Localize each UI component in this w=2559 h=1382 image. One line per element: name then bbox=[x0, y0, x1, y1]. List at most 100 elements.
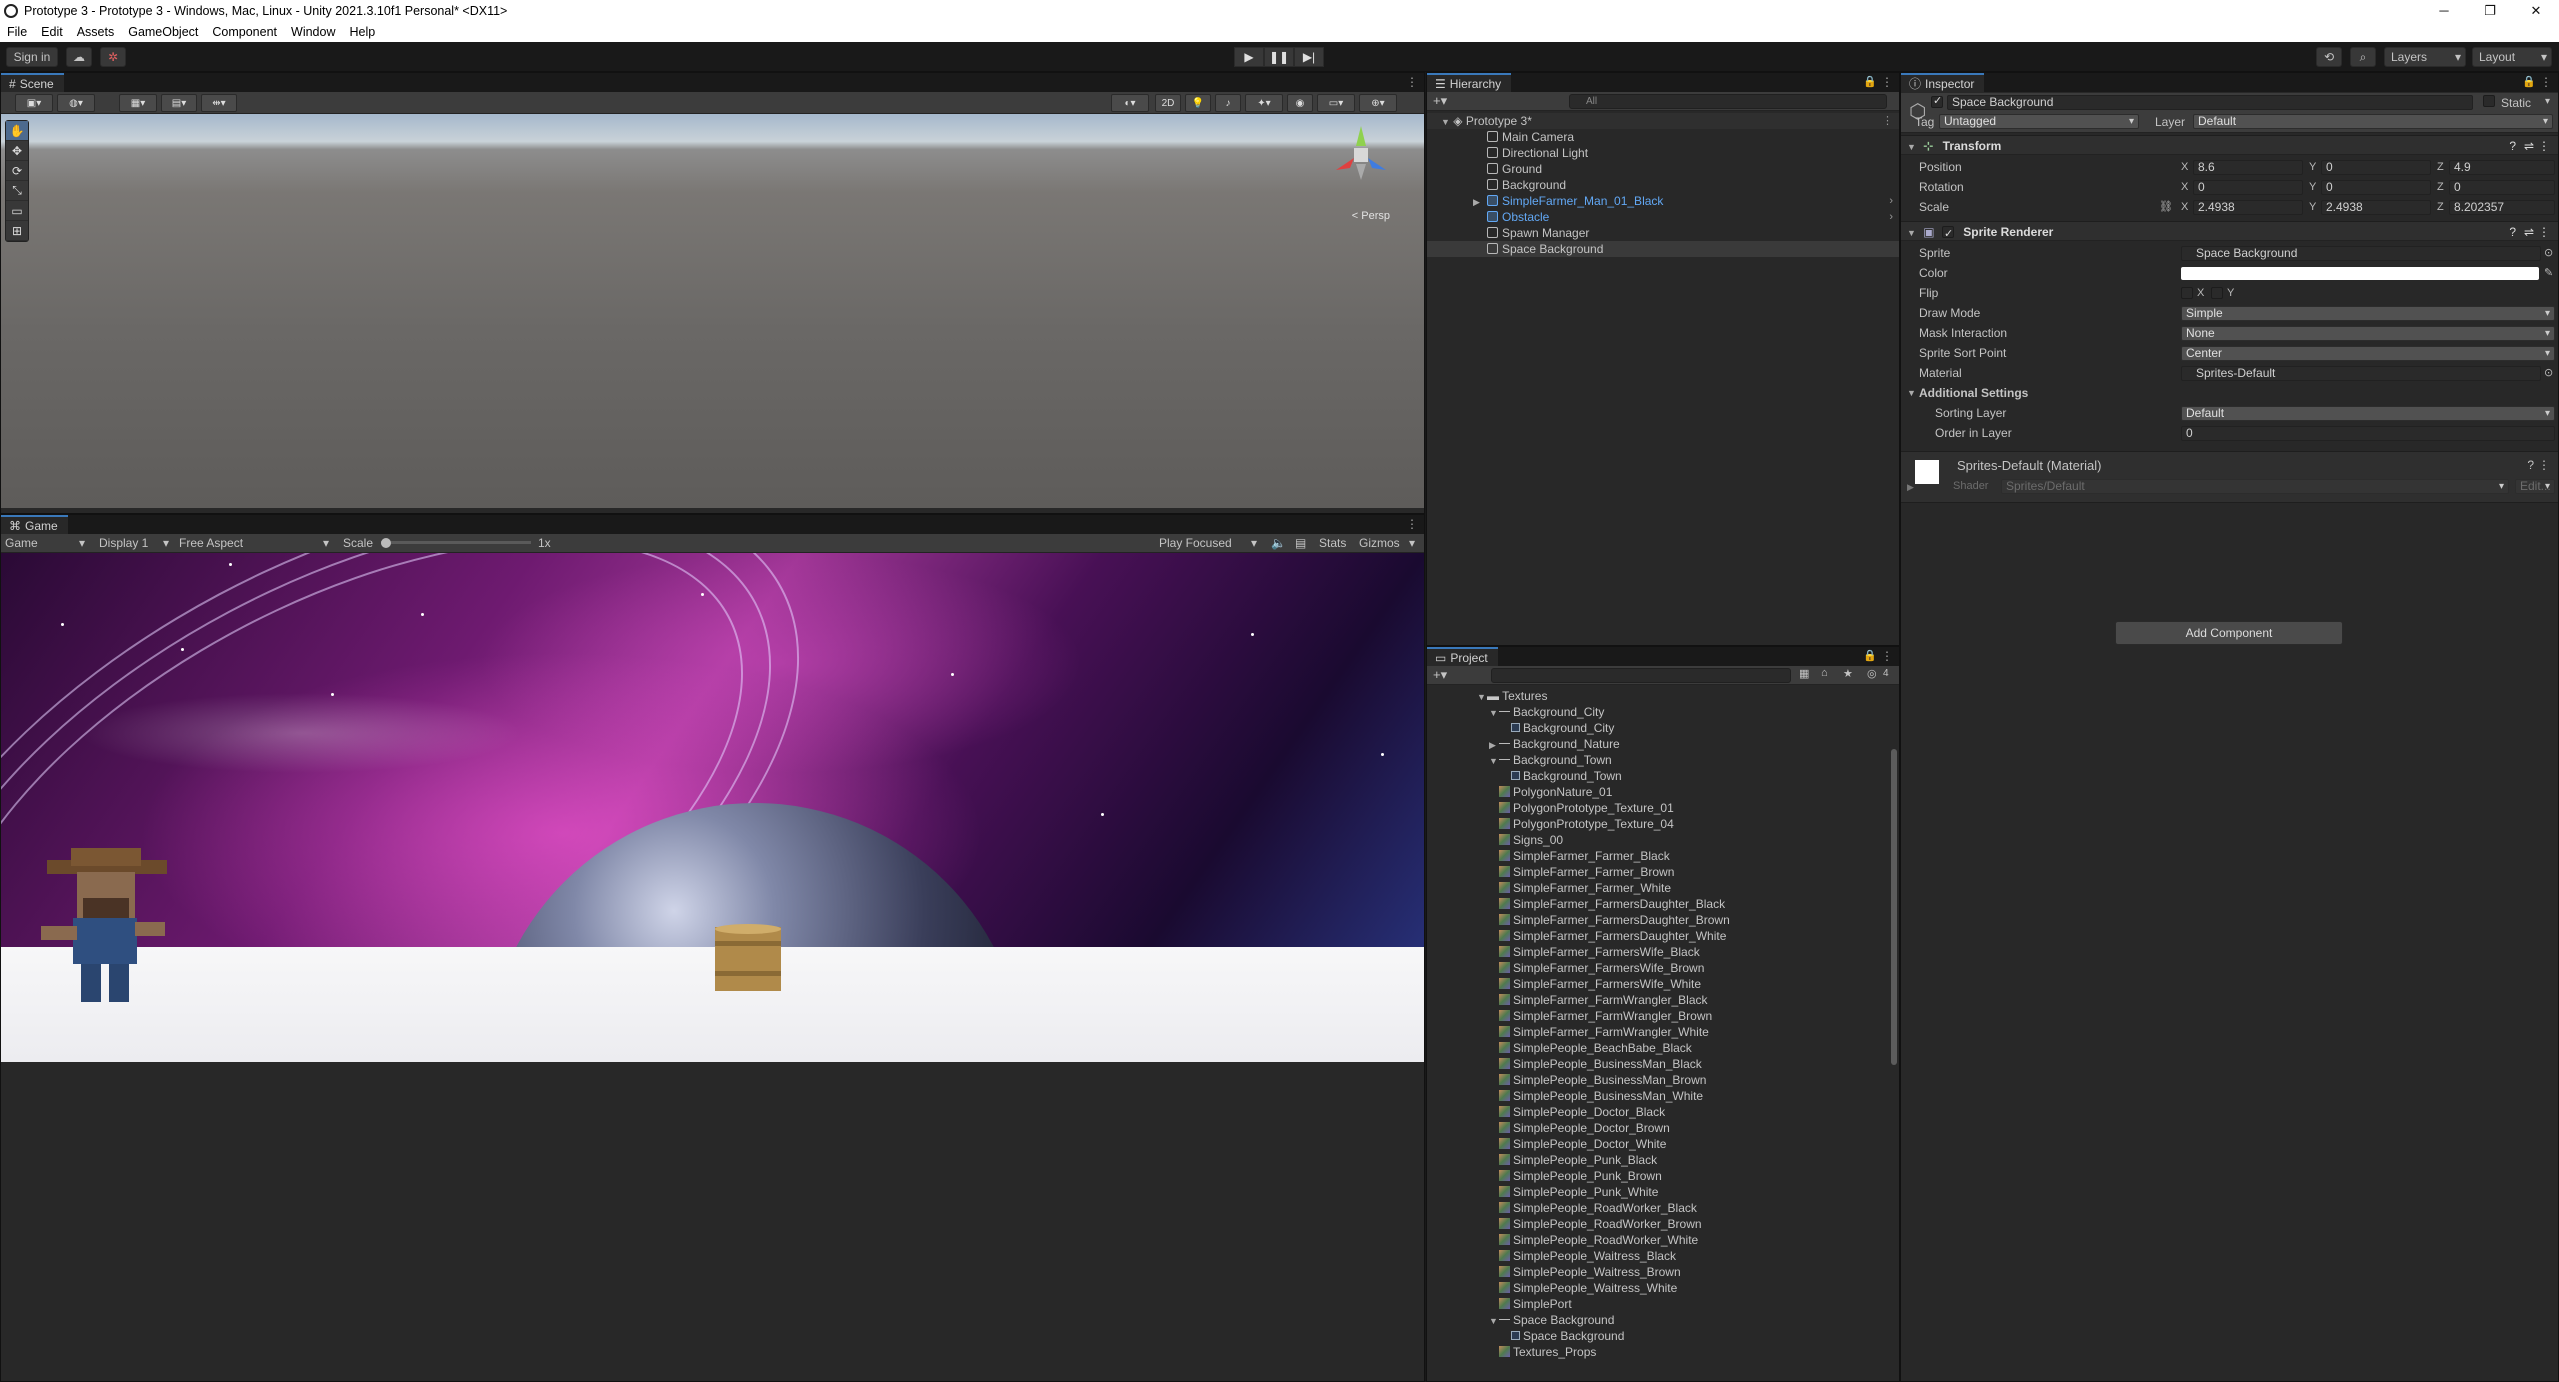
mask-interaction-dropdown[interactable]: None bbox=[2181, 326, 2555, 341]
minimize-button[interactable]: ─ bbox=[2421, 0, 2467, 22]
project-item[interactable]: ▼ Background_Town bbox=[1427, 752, 1899, 768]
project-item[interactable]: SimplePeople_BusinessMan_White bbox=[1427, 1088, 1899, 1104]
project-item[interactable]: SimplePeople_Punk_White bbox=[1427, 1184, 1899, 1200]
project-search-input[interactable] bbox=[1491, 668, 1791, 683]
project-item[interactable]: SimpleFarmer_FarmersDaughter_Black bbox=[1427, 896, 1899, 912]
active-checkbox[interactable] bbox=[1931, 94, 1943, 108]
play-focused-dropdown[interactable]: Play Focused bbox=[1159, 536, 1232, 550]
project-item[interactable]: SimplePeople_Waitress_Brown bbox=[1427, 1264, 1899, 1280]
audio-toggle-icon[interactable]: ♪ bbox=[1215, 94, 1241, 112]
menu-file[interactable]: File bbox=[0, 25, 34, 39]
project-item[interactable]: SimplePeople_Waitress_Black bbox=[1427, 1248, 1899, 1264]
project-item[interactable]: SimpleFarmer_FarmWrangler_White bbox=[1427, 1024, 1899, 1040]
expand-arrow-icon[interactable]: ▼ bbox=[1441, 117, 1450, 127]
project-item[interactable]: ▼ Space Background bbox=[1427, 1312, 1899, 1328]
enabled-checkbox[interactable] bbox=[1941, 224, 1954, 244]
lock-icon[interactable]: 🔒 bbox=[1863, 649, 1877, 662]
play-button[interactable]: ▶ bbox=[1234, 47, 1264, 67]
close-button[interactable]: ✕ bbox=[2513, 0, 2559, 22]
expand-arrow-icon[interactable]: ▼ bbox=[1477, 689, 1487, 705]
project-item[interactable]: SimpleFarmer_Farmer_Brown bbox=[1427, 864, 1899, 880]
projection-label[interactable]: < Persp bbox=[1352, 210, 1390, 222]
project-scrollbar[interactable] bbox=[1891, 749, 1897, 1065]
hidden-objects-icon[interactable]: ◉ bbox=[1287, 94, 1313, 112]
expand-arrow-icon[interactable]: ▶ bbox=[1907, 482, 1914, 493]
hidden-packages-icon[interactable]: ◎ bbox=[1867, 667, 1877, 680]
collapse-arrow-icon[interactable]: ▶ bbox=[1489, 737, 1499, 753]
gizmos-dropdown[interactable]: ⊕▾ bbox=[1359, 94, 1397, 112]
chevron-down-icon[interactable]: ▾ bbox=[2545, 96, 2550, 107]
maximize-button[interactable]: ❐ bbox=[2467, 0, 2513, 22]
expand-arrow-icon[interactable]: ▶ bbox=[1473, 194, 1487, 210]
create-asset-button[interactable]: +▾ bbox=[1433, 667, 1447, 683]
material-field[interactable]: Sprites-Default bbox=[2181, 366, 2541, 381]
display-dropdown[interactable]: Display 1 bbox=[99, 536, 148, 550]
search-by-type-icon[interactable]: ▦ bbox=[1799, 667, 1809, 680]
game-mode-dropdown[interactable]: Game bbox=[5, 536, 38, 550]
gizmos-button[interactable]: Gizmos bbox=[1359, 536, 1400, 550]
scene-viewport[interactable]: ✋ ✥ ⟳ ⤡ ▭ ⊞ < Persp bbox=[1, 114, 1424, 508]
grid-snap-dropdown[interactable]: ▦▾ bbox=[119, 94, 157, 112]
more-options-icon[interactable]: ⋮ bbox=[2538, 136, 2550, 156]
project-item[interactable]: SimpleFarmer_FarmersWife_Black bbox=[1427, 944, 1899, 960]
rotation-y-field[interactable]: 0 bbox=[2321, 180, 2431, 195]
project-item[interactable]: SimpleFarmer_FarmWrangler_Brown bbox=[1427, 1008, 1899, 1024]
scale-x-field[interactable]: 2.4938 bbox=[2193, 200, 2303, 215]
object-picker-icon[interactable]: ⊙ bbox=[2544, 245, 2553, 261]
hierarchy-item-directional-light[interactable]: Directional Light bbox=[1427, 145, 1899, 161]
more-options-icon[interactable]: ⋮ bbox=[2538, 458, 2550, 472]
project-item[interactable]: ▼ Background_City bbox=[1427, 704, 1899, 720]
render-mode-dropdown[interactable]: ◍▾ bbox=[57, 94, 95, 112]
menu-assets[interactable]: Assets bbox=[70, 25, 122, 39]
camera-dropdown[interactable]: ▭▾ bbox=[1317, 94, 1355, 112]
transform-header[interactable]: ▼ ⊹ Transform ? ⇌ ⋮ bbox=[1901, 135, 2558, 155]
presets-icon[interactable]: ⇌ bbox=[2524, 136, 2534, 156]
rect-tool-icon[interactable]: ▭ bbox=[6, 201, 28, 221]
project-item[interactable]: Background_City bbox=[1427, 720, 1899, 736]
search-by-label-icon[interactable]: ⌂ bbox=[1821, 667, 1828, 679]
additional-settings-foldout[interactable]: ▼ Additional Settings bbox=[1901, 385, 2558, 401]
draw-mode-dropdown[interactable]: ▣▾ bbox=[15, 94, 53, 112]
add-object-button[interactable]: +▾ bbox=[1433, 93, 1447, 109]
project-item[interactable]: SimpleFarmer_FarmersWife_White bbox=[1427, 976, 1899, 992]
add-component-button[interactable]: Add Component bbox=[2115, 621, 2343, 645]
lock-icon[interactable]: 🔒 bbox=[2522, 75, 2536, 88]
project-item[interactable]: Signs_00 bbox=[1427, 832, 1899, 848]
project-item[interactable]: Space Background bbox=[1427, 1328, 1899, 1344]
object-picker-icon[interactable]: ⊙ bbox=[2544, 365, 2553, 381]
help-icon[interactable]: ? bbox=[2509, 222, 2516, 242]
expand-arrow-icon[interactable]: ▼ bbox=[1907, 385, 1916, 401]
grid-dropdown[interactable]: ▤▾ bbox=[161, 94, 197, 112]
project-item[interactable]: SimplePeople_Waitress_White bbox=[1427, 1280, 1899, 1296]
hierarchy-item-farmer[interactable]: ▶ SimpleFarmer_Man_01_Black › bbox=[1427, 193, 1899, 209]
lock-icon[interactable]: 🔒 bbox=[1863, 75, 1877, 88]
draw-mode-dropdown[interactable]: Simple bbox=[2181, 306, 2555, 321]
menu-gameobject[interactable]: GameObject bbox=[121, 25, 205, 39]
orientation-gizmo-icon[interactable] bbox=[1326, 120, 1396, 190]
hierarchy-item-background[interactable]: Background bbox=[1427, 177, 1899, 193]
project-item[interactable]: SimpleFarmer_FarmersWife_Brown bbox=[1427, 960, 1899, 976]
hierarchy-item-spawn-manager[interactable]: Spawn Manager bbox=[1427, 225, 1899, 241]
search-icon[interactable]: ⌕ bbox=[2350, 47, 2376, 67]
increment-snap-dropdown[interactable]: ⇹▾ bbox=[201, 94, 237, 112]
step-button[interactable]: ▶| bbox=[1294, 47, 1324, 67]
position-y-field[interactable]: 0 bbox=[2321, 160, 2431, 175]
eyedropper-icon[interactable]: ✎ bbox=[2544, 265, 2553, 281]
rotate-tool-icon[interactable]: ⟳ bbox=[6, 161, 28, 181]
flip-y-checkbox[interactable] bbox=[2211, 287, 2223, 299]
project-item[interactable]: SimplePort bbox=[1427, 1296, 1899, 1312]
sign-in-button[interactable]: Sign in bbox=[6, 47, 58, 67]
sprite-renderer-header[interactable]: ▼ ▣ Sprite Renderer ? ⇌ ⋮ bbox=[1901, 221, 2558, 244]
project-item[interactable]: SimplePeople_Doctor_White bbox=[1427, 1136, 1899, 1152]
presets-icon[interactable]: ⇌ bbox=[2524, 222, 2534, 242]
tab-project[interactable]: ▭ Project bbox=[1427, 647, 1498, 666]
expand-arrow-icon[interactable]: ▼ bbox=[1489, 1313, 1499, 1329]
project-item[interactable]: SimplePeople_RoadWorker_Brown bbox=[1427, 1216, 1899, 1232]
orientation-dropdown[interactable]: ◐▾ bbox=[1111, 94, 1149, 112]
scale-slider-track[interactable] bbox=[381, 541, 531, 544]
expand-arrow-icon[interactable]: ▼ bbox=[1489, 705, 1499, 721]
project-item[interactable]: Textures_Props bbox=[1427, 1344, 1899, 1360]
scale-z-field[interactable]: 8.202357 bbox=[2449, 200, 2555, 215]
menu-window[interactable]: Window bbox=[284, 25, 342, 39]
layer-dropdown[interactable]: Default bbox=[2193, 114, 2553, 129]
